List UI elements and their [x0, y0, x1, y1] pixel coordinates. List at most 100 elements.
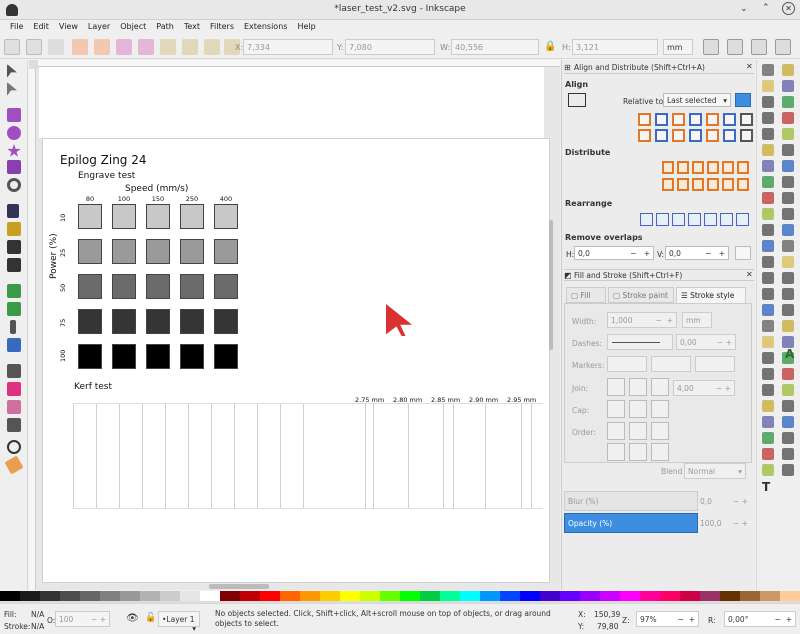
stroke-indicator-value[interactable]: N/A [31, 622, 44, 631]
tab-stroke-paint[interactable]: ▢ Stroke paint [608, 287, 674, 303]
dash-pattern-select[interactable] [607, 334, 673, 350]
pencil-tool-icon[interactable] [7, 204, 19, 218]
palette-swatch[interactable] [60, 591, 80, 601]
move-patterns-icon[interactable] [775, 39, 791, 55]
command-left-icon[interactable] [762, 192, 774, 204]
end-marker-select[interactable] [695, 356, 735, 372]
distribute-option-icon[interactable] [662, 178, 674, 191]
palette-swatch[interactable] [260, 591, 280, 601]
align-option-icon[interactable] [638, 113, 651, 126]
rotation-field[interactable]: 0,00° − + [724, 611, 796, 627]
command-right-icon[interactable] [782, 208, 794, 220]
palette-swatch[interactable] [180, 591, 200, 601]
command-left-icon[interactable] [762, 272, 774, 284]
palette-swatch[interactable] [660, 591, 680, 601]
command-right-icon[interactable] [782, 288, 794, 300]
layer-select[interactable]: •Layer 1 ▾ [158, 611, 200, 633]
command-left-icon[interactable] [762, 448, 774, 460]
unit-select[interactable]: mm [663, 39, 693, 55]
distribute-option-icon[interactable] [707, 161, 719, 174]
distribute-option-icon[interactable] [677, 178, 689, 191]
star-tool-icon[interactable] [7, 144, 21, 157]
scale-stroke-icon[interactable] [703, 39, 719, 55]
rearrange-option-icon[interactable] [736, 213, 749, 226]
palette-swatch[interactable] [380, 591, 400, 601]
distribute-option-icon[interactable] [662, 161, 674, 174]
command-left-icon[interactable] [762, 240, 774, 252]
layer-lock-icon[interactable]: 🔓 [145, 613, 156, 623]
palette-swatch[interactable] [100, 591, 120, 601]
dropper-tool-icon[interactable] [10, 320, 16, 334]
palette-swatch[interactable] [400, 591, 420, 601]
distribute-option-icon[interactable] [692, 161, 704, 174]
ellipse-tool-icon[interactable] [7, 126, 21, 140]
rearrange-option-icon[interactable] [704, 213, 717, 226]
palette-swatch[interactable] [40, 591, 60, 601]
eraser-tool-icon[interactable] [7, 400, 21, 414]
align-option-icon[interactable] [655, 129, 668, 142]
w-field[interactable]: 40,556 [451, 39, 539, 55]
distribute-option-icon[interactable] [692, 178, 704, 191]
command-right-icon[interactable] [782, 160, 794, 172]
connector-tool-icon[interactable] [7, 418, 21, 432]
palette-swatch[interactable] [20, 591, 40, 601]
align-option-icon[interactable] [638, 129, 651, 142]
tab-stroke-style[interactable]: ☰ Stroke style [676, 287, 746, 303]
deselect-icon[interactable] [48, 39, 64, 55]
remove-overlaps-icon[interactable] [735, 246, 751, 260]
raise-icon[interactable] [182, 39, 198, 55]
command-left-icon[interactable] [762, 80, 774, 92]
pen-tool-icon[interactable] [7, 222, 21, 236]
zoom-field[interactable]: 97% − + [636, 611, 699, 627]
mesh-tool-icon[interactable] [7, 302, 21, 316]
distribute-option-icon[interactable] [737, 161, 749, 174]
tab-fill[interactable]: ▢ Fill [566, 287, 606, 303]
palette-swatch[interactable] [780, 591, 800, 601]
palette-swatch[interactable] [440, 591, 460, 601]
stroke-unit-select[interactable]: mm [682, 312, 712, 328]
distribute-option-icon[interactable] [677, 161, 689, 174]
close-icon[interactable]: ✕ [782, 2, 795, 15]
menu-layer[interactable]: Layer [88, 22, 110, 31]
start-marker-select[interactable] [607, 356, 647, 372]
command-left-icon[interactable] [762, 160, 774, 172]
align-option-icon[interactable] [689, 129, 702, 142]
move-selection-icon[interactable] [735, 93, 751, 107]
command-right-icon[interactable] [782, 240, 794, 252]
palette-swatch[interactable] [480, 591, 500, 601]
palette-swatch[interactable] [420, 591, 440, 601]
palette-swatch[interactable] [500, 591, 520, 601]
flip-vertical-icon[interactable] [138, 39, 154, 55]
palette-swatch[interactable] [320, 591, 340, 601]
spiral-tool-icon[interactable] [7, 178, 21, 192]
overlap-v-field[interactable]: 0,0− + [665, 246, 729, 260]
palette-swatch[interactable] [360, 591, 380, 601]
palette-swatch[interactable] [220, 591, 240, 601]
command-left-icon[interactable] [762, 176, 774, 188]
command-right-icon[interactable] [782, 176, 794, 188]
cap-round-icon[interactable] [629, 400, 647, 418]
opacity-value-field[interactable]: 100,0− + [700, 519, 748, 528]
palette-swatch[interactable] [540, 591, 560, 601]
lock-icon[interactable]: 🔒 [544, 41, 556, 52]
rotate-cw-icon[interactable] [94, 39, 110, 55]
paint-bucket-tool-icon[interactable] [7, 338, 21, 352]
command-left-icon[interactable] [762, 336, 774, 348]
menu-object[interactable]: Object [120, 22, 146, 31]
command-right-icon[interactable] [782, 256, 794, 268]
command-left-icon[interactable] [762, 112, 774, 124]
order-5-icon[interactable] [629, 443, 647, 461]
join-bevel-icon[interactable] [651, 378, 669, 396]
order-2-icon[interactable] [629, 422, 647, 440]
command-right-icon[interactable] [782, 64, 794, 76]
menu-path[interactable]: Path [156, 22, 174, 31]
align-option-icon[interactable] [672, 113, 685, 126]
node-tool-icon[interactable] [7, 82, 17, 96]
palette-swatch[interactable] [720, 591, 740, 601]
menu-edit[interactable]: Edit [33, 22, 49, 31]
vertical-scrollbar[interactable] [549, 220, 553, 350]
command-right-icon[interactable] [782, 368, 794, 380]
minimize-icon[interactable]: ⌄ [740, 4, 748, 14]
command-left-icon[interactable] [762, 288, 774, 300]
command-right-icon[interactable] [782, 128, 794, 140]
